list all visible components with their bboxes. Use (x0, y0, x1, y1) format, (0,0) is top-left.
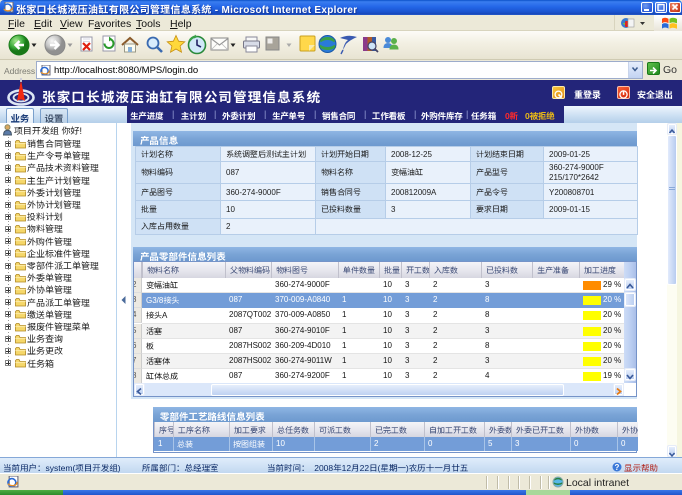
svg-text:?: ? (615, 463, 620, 472)
